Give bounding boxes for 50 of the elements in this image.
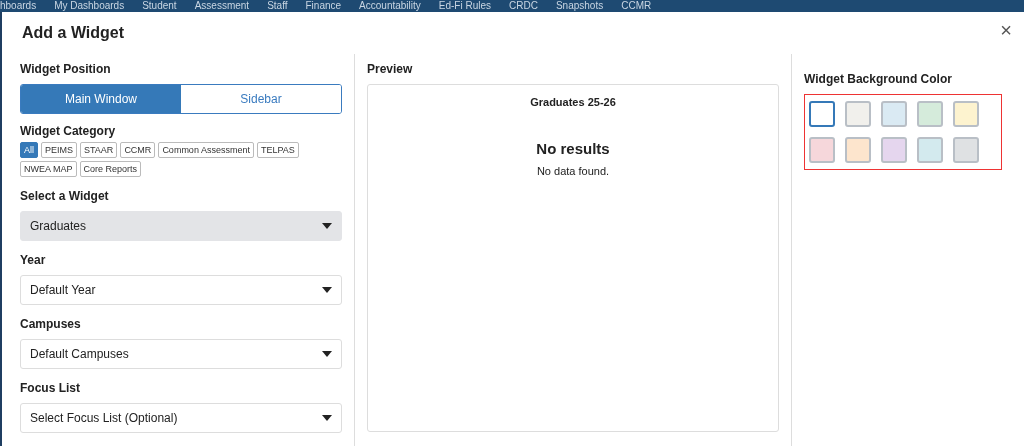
nav-link[interactable]: My Dashboards — [54, 0, 125, 12]
field-label: Widget Position — [20, 62, 112, 76]
color-swatch[interactable] — [881, 101, 907, 127]
color-swatch[interactable] — [881, 137, 907, 163]
category-tag[interactable]: CCMR — [120, 142, 156, 158]
dropdown-field[interactable]: Default Campuses — [20, 339, 342, 369]
color-swatch[interactable] — [917, 101, 943, 127]
nav-link[interactable]: hboards — [0, 0, 37, 12]
field-label: Widget Category — [20, 124, 117, 138]
empty-message: No data found. — [536, 165, 610, 177]
empty-heading: No results — [536, 140, 610, 157]
field-label: Year — [20, 253, 47, 267]
field-label: Widget Background Color — [804, 72, 953, 86]
dialog-title: Add a Widget — [22, 24, 125, 42]
nav-link[interactable]: CCMR — [621, 0, 652, 12]
caret-icon — [322, 287, 332, 293]
caret-icon — [322, 415, 332, 421]
color-swatch[interactable] — [917, 137, 943, 163]
nav-link[interactable]: Staff — [267, 0, 288, 12]
field-label: Preview — [367, 62, 414, 76]
category-tag[interactable]: NWEA MAP — [20, 161, 77, 177]
color-swatch[interactable] — [845, 101, 871, 127]
caret-icon — [322, 223, 332, 229]
caret-icon — [322, 351, 332, 357]
widget-title: Graduates 25-26 — [530, 96, 616, 108]
category-tag[interactable]: TELPAS — [256, 142, 299, 158]
category-tag[interactable]: All — [20, 142, 38, 158]
category-tag[interactable]: Common Assessment — [158, 142, 254, 158]
color-swatch[interactable] — [809, 137, 835, 163]
category-tag[interactable]: PEIMS — [41, 142, 78, 158]
nav-link[interactable]: Ed-Fi Rules — [438, 0, 492, 12]
color-swatch[interactable] — [953, 101, 979, 127]
close-button[interactable]: × — [1000, 20, 1012, 40]
color-swatch[interactable] — [953, 137, 979, 163]
nav-link[interactable]: Snapshots — [555, 0, 604, 12]
nav-link[interactable]: Student — [142, 0, 177, 12]
category-tag[interactable]: STAAR — [80, 142, 118, 158]
position-toggle[interactable]: Main Window — [21, 85, 181, 113]
field-label: Focus List — [20, 381, 81, 395]
color-swatch[interactable] — [845, 137, 871, 163]
nav-link[interactable]: CRDC — [509, 0, 538, 12]
field-label: Select a Widget — [20, 189, 110, 203]
nav-link[interactable]: Assessment — [194, 0, 250, 12]
color-swatch[interactable] — [809, 101, 835, 127]
nav-link[interactable]: Accountability — [359, 0, 421, 12]
dropdown-field[interactable]: Select Focus List (Optional) — [20, 403, 342, 433]
dropdown-field[interactable]: Default Year — [20, 275, 342, 305]
category-tag[interactable]: Core Reports — [79, 161, 142, 177]
nav-link[interactable]: Finance — [305, 0, 342, 12]
field-label: Campuses — [20, 317, 82, 331]
